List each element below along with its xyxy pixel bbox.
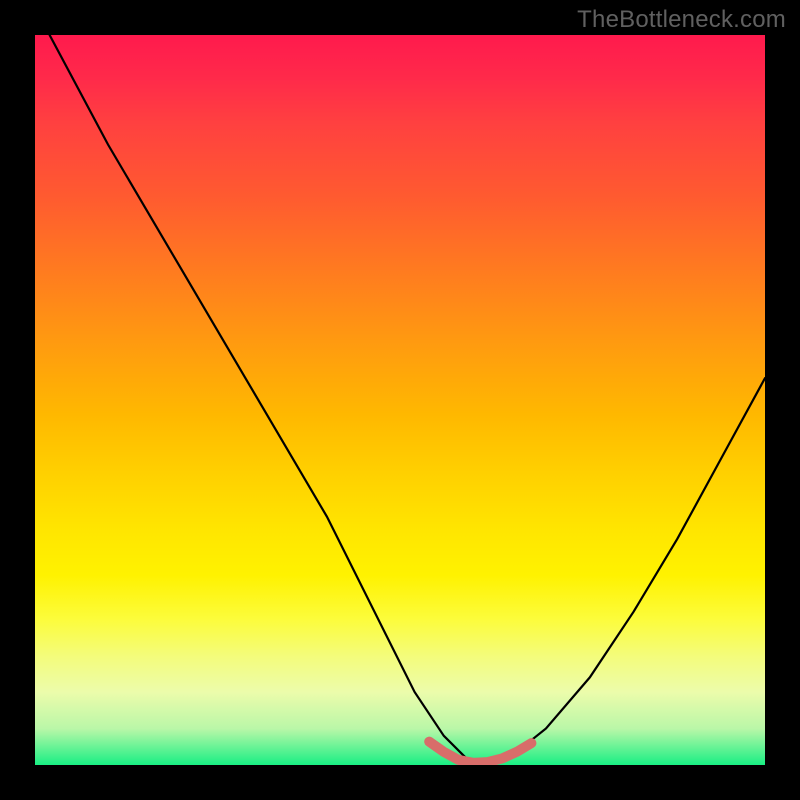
chart-svg <box>35 35 765 765</box>
primary-curve <box>50 35 765 765</box>
plot-area <box>35 35 765 765</box>
highlight-valley <box>429 742 531 763</box>
watermark-text: TheBottleneck.com <box>577 6 786 34</box>
